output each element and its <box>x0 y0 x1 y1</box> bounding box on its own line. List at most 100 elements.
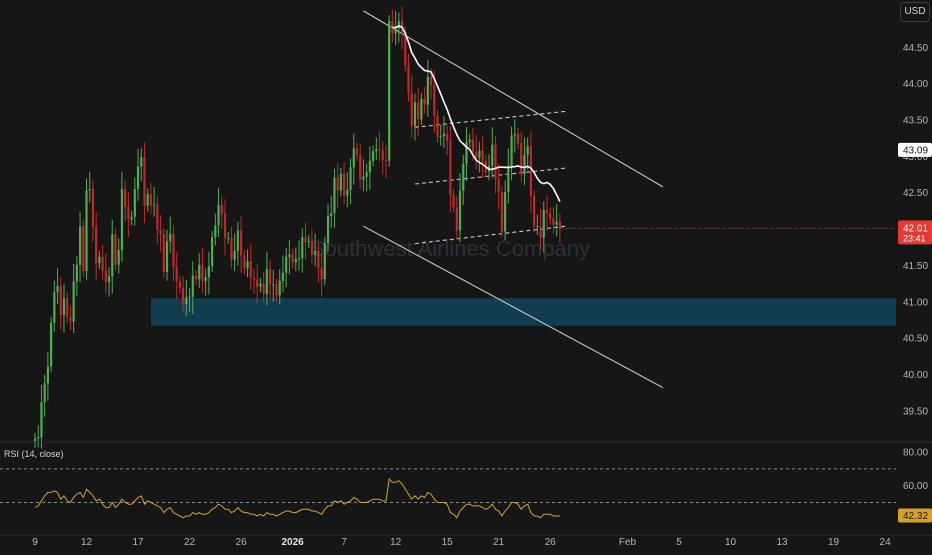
candle-body <box>239 230 243 256</box>
candle-body <box>552 218 555 225</box>
candle-body <box>111 234 114 277</box>
candle-body <box>98 256 101 264</box>
chart-background <box>0 0 932 550</box>
candle-body <box>320 267 323 280</box>
candle-body <box>304 237 307 243</box>
candle-body <box>59 285 62 315</box>
price-tick-label: 41.00 <box>903 297 928 308</box>
candle-body <box>82 226 85 272</box>
candle-body <box>281 272 285 281</box>
time-tick-label: 17 <box>132 537 144 548</box>
candle-body <box>107 276 111 283</box>
countdown-label: 23:41 <box>903 233 926 243</box>
candle-body <box>301 237 304 259</box>
candle-body <box>529 146 532 196</box>
candle-body <box>471 139 475 152</box>
candle-body <box>433 85 436 116</box>
candle-body <box>127 206 130 220</box>
candle-body <box>494 144 497 179</box>
time-tick-label: Feb <box>619 537 637 548</box>
candle-body <box>326 216 330 243</box>
candle-body <box>56 285 59 293</box>
candle-body <box>53 292 56 323</box>
candle-body <box>85 190 88 272</box>
candle-body <box>442 133 446 136</box>
candle-body <box>143 157 146 206</box>
candle-body <box>95 226 98 264</box>
price-tick-label: 41.50 <box>903 261 928 272</box>
chart-area[interactable]: Southwest Airlines Company 80.00 60.00 42.… <box>0 0 932 550</box>
candle-body <box>37 437 40 439</box>
candle-body <box>217 205 220 226</box>
candle-body <box>323 242 326 280</box>
price-tick-label: 42.50 <box>903 188 928 199</box>
candle-body <box>75 264 78 282</box>
candle-body <box>259 283 262 287</box>
candle-body <box>394 28 397 34</box>
candle-body <box>429 77 433 86</box>
candle-body <box>120 189 124 251</box>
candle-body <box>352 148 355 168</box>
candle-body <box>162 234 165 272</box>
chart-svg[interactable]: Southwest Airlines Company 80.0060.0042.… <box>0 0 932 550</box>
candle-body <box>178 281 181 288</box>
candle-body <box>539 226 542 238</box>
candle-body <box>194 275 198 280</box>
candle-body <box>191 275 194 297</box>
time-tick-label: 10 <box>725 537 737 548</box>
price-tick-label: 43.50 <box>903 116 928 127</box>
candle-body <box>497 178 500 192</box>
candle-body <box>278 280 281 296</box>
candle-body <box>510 135 513 166</box>
candle-body <box>317 250 320 268</box>
time-tick-label: 5 <box>676 537 682 548</box>
candle-body <box>513 133 516 136</box>
candle-body <box>159 229 162 235</box>
rsi-value-label: 42.32 <box>903 511 928 522</box>
candle-body <box>66 298 69 318</box>
candle-body <box>114 234 117 265</box>
candle-body <box>475 152 478 158</box>
candle-body <box>204 277 207 282</box>
candle-body <box>207 266 210 278</box>
candle-body <box>265 269 268 294</box>
price-tick-label: 40.50 <box>903 334 928 345</box>
candle-body <box>149 194 153 206</box>
candle-body <box>314 250 317 255</box>
candle-body <box>268 269 272 285</box>
candle-body <box>262 283 265 294</box>
candle-body <box>520 143 523 174</box>
candle-body <box>545 210 549 214</box>
candle-body <box>69 317 72 322</box>
candle-body <box>291 254 294 263</box>
candle-body <box>336 177 339 191</box>
candle-body <box>523 154 526 174</box>
candle-body <box>542 210 545 238</box>
candle-body <box>101 256 104 271</box>
candle-body <box>307 240 310 243</box>
time-tick-label: 15 <box>442 537 454 548</box>
candle-body <box>136 166 140 190</box>
candle-body <box>462 163 465 191</box>
candle-body <box>468 139 471 142</box>
candle-body <box>346 189 349 196</box>
candle-body <box>410 93 413 126</box>
candle-body <box>50 322 53 367</box>
candle-body <box>230 237 233 260</box>
candle-body <box>140 157 143 167</box>
candle-body <box>185 297 188 304</box>
currency-button[interactable]: USD <box>900 2 930 22</box>
candle-body <box>436 115 439 137</box>
candle-body <box>43 383 46 403</box>
candle-body <box>252 277 256 280</box>
candle-body <box>243 255 246 269</box>
candle-body <box>491 144 494 166</box>
candle-body <box>130 216 133 220</box>
candle-body <box>420 98 423 120</box>
candle-body <box>417 102 420 120</box>
candle-body <box>455 207 458 231</box>
candle-body <box>220 205 223 214</box>
candle-body <box>555 221 558 225</box>
candle-body <box>526 146 529 155</box>
candle-body <box>372 151 375 161</box>
